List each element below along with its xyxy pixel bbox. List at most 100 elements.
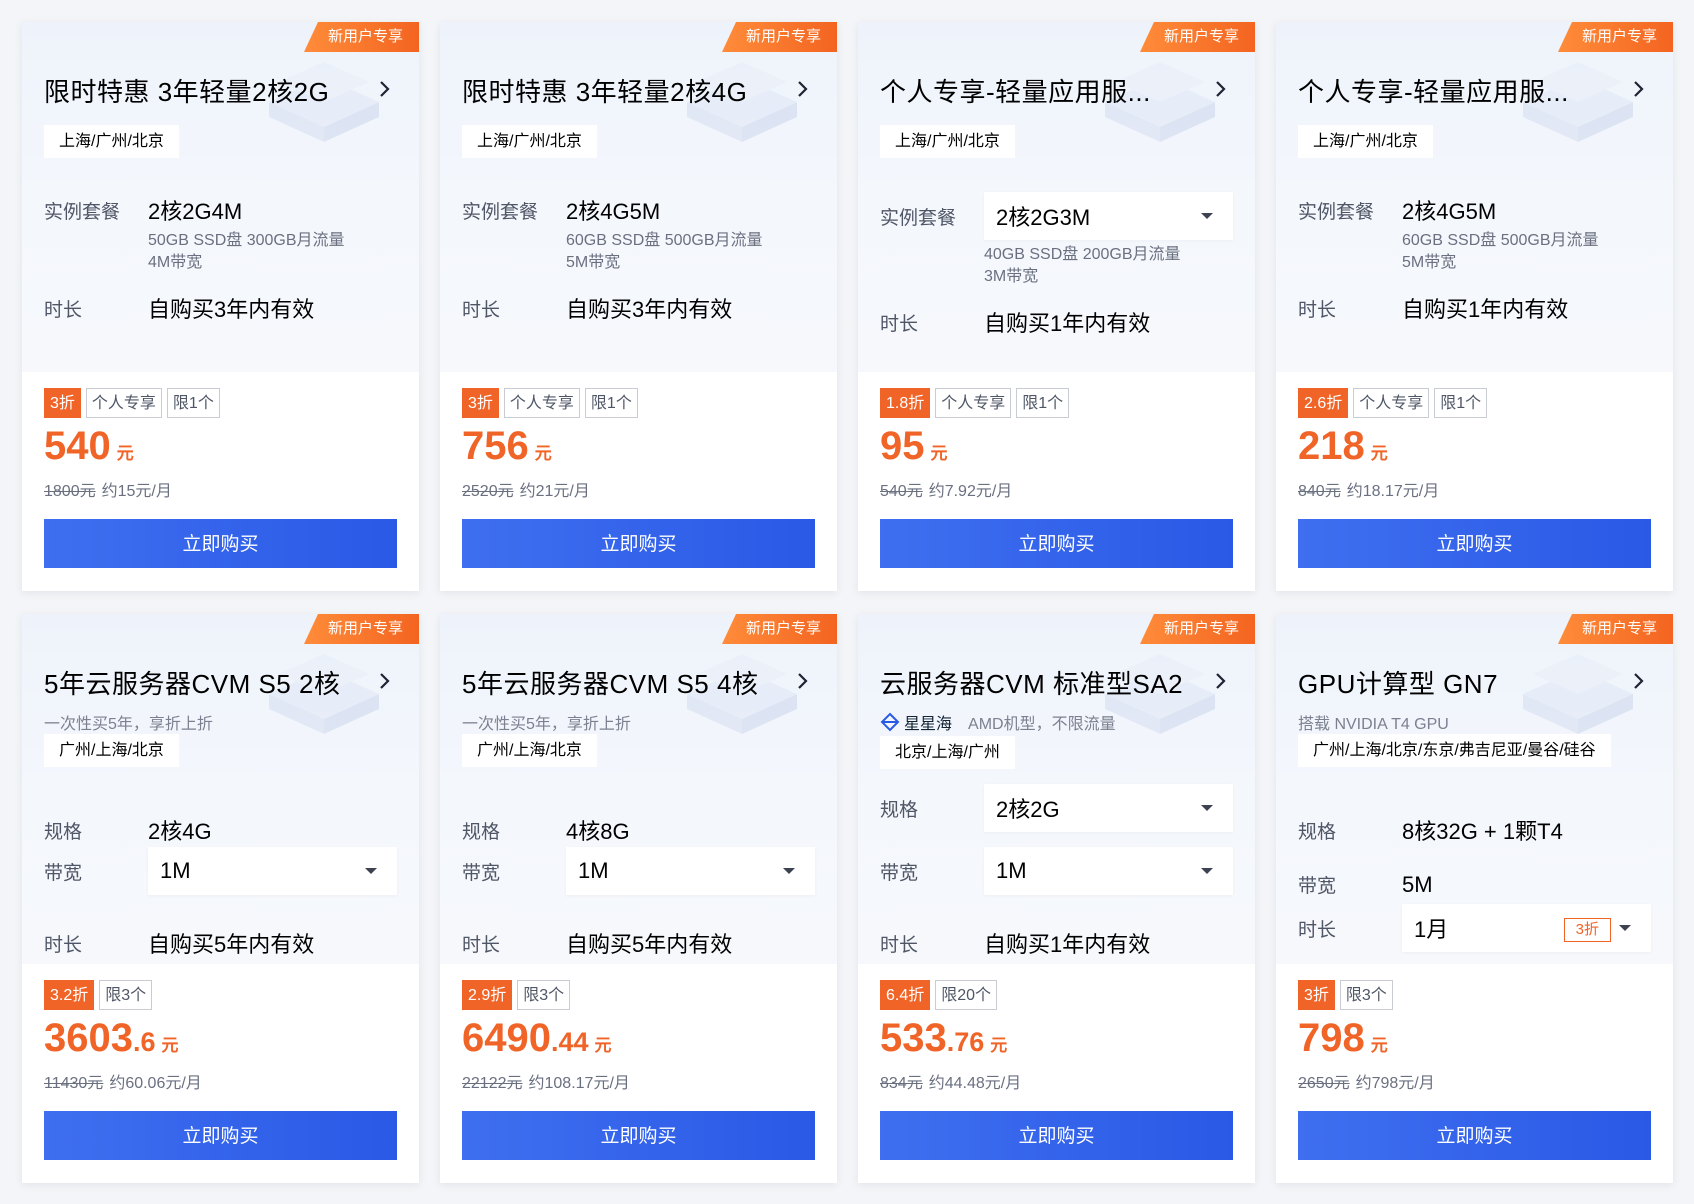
tag-item: 限1个 bbox=[1434, 388, 1488, 418]
price: 756 元 bbox=[462, 424, 552, 469]
discount-badge: 3.2折 bbox=[44, 980, 95, 1010]
region-chip: 北京/上海/广州 bbox=[880, 736, 1015, 769]
monthly-price: 约15元/月 bbox=[101, 483, 172, 500]
package-value: 2核4G5M bbox=[566, 199, 661, 224]
tag-item: 限3个 bbox=[517, 980, 571, 1010]
price-decimal: .76 bbox=[946, 1027, 985, 1057]
duration-value: 自购买3年内有效 bbox=[566, 297, 733, 322]
original-price-value: 1800元 bbox=[44, 483, 96, 500]
price-unit: 元 bbox=[534, 444, 552, 463]
buy-button[interactable]: 立即购买 bbox=[44, 519, 397, 568]
original-price: 540元 约7.92元/月 bbox=[880, 477, 1012, 501]
product-card: 新用户专享 5年云服务器CVM S5 4核 一次性买5年，享折上折 广州/上海/… bbox=[440, 614, 837, 1183]
new-user-ribbon: 新用户专享 bbox=[1557, 22, 1673, 52]
price-integer: 533 bbox=[880, 1016, 947, 1060]
buy-button[interactable]: 立即购买 bbox=[1298, 1111, 1651, 1160]
package-row: 实例套餐 2核2G3M bbox=[880, 192, 1233, 240]
package-select[interactable]: 2核2G3M bbox=[984, 192, 1233, 240]
price: 798 元 bbox=[1298, 1016, 1388, 1061]
package-row: 实例套餐 2核4G5M bbox=[462, 194, 815, 226]
duration-value: 自购买1年内有效 bbox=[1402, 297, 1569, 322]
spec-value: 2核4G bbox=[148, 819, 212, 844]
duration-label: 时长 bbox=[1298, 919, 1337, 941]
card-title[interactable]: 云服务器CVM 标准型SA2 bbox=[880, 664, 1183, 701]
region-chip: 广州/上海/北京 bbox=[44, 734, 179, 767]
original-price-value: 11430元 bbox=[44, 1075, 104, 1092]
chevron-right-icon[interactable] bbox=[1627, 670, 1649, 692]
caret-down-icon bbox=[365, 868, 377, 874]
discount-badge: 6.4折 bbox=[880, 980, 931, 1010]
card-header-area: 新用户专享 云服务器CVM 标准型SA2 星星海 AMD机型，不限流量 北京/上… bbox=[858, 614, 1255, 964]
monthly-price: 约21元/月 bbox=[519, 483, 590, 500]
spec-label: 规格 bbox=[880, 799, 919, 821]
duration-row: 时长 自购买1年内有效 bbox=[880, 306, 1233, 338]
region-chip: 广州/上海/北京 bbox=[462, 734, 597, 767]
spec-row: 规格 2核2G bbox=[880, 784, 1233, 832]
bandwidth-row: 带宽 1M bbox=[44, 847, 397, 895]
buy-button[interactable]: 立即购买 bbox=[880, 1111, 1233, 1160]
brand-label: 星星海 bbox=[880, 710, 952, 734]
chevron-right-icon[interactable] bbox=[791, 78, 813, 100]
bandwidth-select[interactable]: 1M bbox=[148, 847, 397, 895]
duration-row: 时长 自购买3年内有效 bbox=[44, 292, 397, 324]
spec-row: 规格 8核32G + 1颗T4 bbox=[1298, 814, 1651, 846]
chevron-right-icon[interactable] bbox=[373, 78, 395, 100]
chevron-right-icon[interactable] bbox=[1209, 78, 1231, 100]
new-user-ribbon: 新用户专享 bbox=[1139, 22, 1255, 52]
product-card: 新用户专享 GPU计算型 GN7 搭载 NVIDIA T4 GPU 广州/上海/… bbox=[1276, 614, 1673, 1183]
duration-label: 时长 bbox=[880, 313, 919, 335]
package-detail: 60GB SSD盘 500GB月流量 5M带宽 bbox=[566, 230, 763, 274]
card-title[interactable]: 限时特惠 3年轻量2核4G bbox=[462, 72, 747, 109]
chevron-right-icon[interactable] bbox=[373, 670, 395, 692]
new-user-ribbon: 新用户专享 bbox=[303, 614, 419, 644]
bandwidth-select[interactable]: 1M bbox=[566, 847, 815, 895]
card-title[interactable]: 5年云服务器CVM S5 4核 bbox=[462, 664, 758, 701]
card-title[interactable]: 5年云服务器CVM S5 2核 bbox=[44, 664, 340, 701]
package-detail-bandwidth: 3M带宽 bbox=[984, 268, 1039, 285]
brand-name: 星星海 bbox=[904, 716, 953, 733]
chevron-right-icon[interactable] bbox=[1209, 670, 1231, 692]
bandwidth-label: 带宽 bbox=[1298, 876, 1337, 897]
discount-badge: 2.9折 bbox=[462, 980, 513, 1010]
chevron-right-icon[interactable] bbox=[791, 670, 813, 692]
monthly-price: 约7.92元/月 bbox=[928, 483, 1013, 500]
package-detail-bandwidth: 4M带宽 bbox=[148, 254, 203, 271]
package-detail-storage: 60GB SSD盘 500GB月流量 bbox=[1402, 232, 1599, 249]
buy-button[interactable]: 立即购买 bbox=[462, 1111, 815, 1160]
buy-button[interactable]: 立即购买 bbox=[1298, 519, 1651, 568]
tag-list: 3.2折 限3个 bbox=[44, 980, 153, 1010]
discount-badge: 2.6折 bbox=[1298, 388, 1349, 418]
original-price: 1800元 约15元/月 bbox=[44, 477, 172, 501]
monthly-price: 约44.48元/月 bbox=[928, 1075, 1022, 1092]
package-label: 实例套餐 bbox=[44, 201, 121, 223]
price-unit: 元 bbox=[1370, 1036, 1388, 1055]
bandwidth-select[interactable]: 1M bbox=[984, 847, 1233, 895]
discount-badge: 3折 bbox=[44, 388, 81, 418]
price: 218 元 bbox=[1298, 424, 1388, 469]
bandwidth-label: 带宽 bbox=[880, 862, 919, 884]
tag-item: 个人专享 bbox=[935, 388, 1012, 418]
buy-button[interactable]: 立即购买 bbox=[44, 1111, 397, 1160]
card-subtitle: 一次性买5年，享折上折 bbox=[462, 716, 631, 733]
card-title[interactable]: 限时特惠 3年轻量2核2G bbox=[44, 72, 329, 109]
original-price: 840元 约18.17元/月 bbox=[1298, 477, 1439, 501]
new-user-ribbon: 新用户专享 bbox=[721, 22, 837, 52]
duration-discount-tag: 3折 bbox=[1563, 918, 1611, 942]
card-title[interactable]: 个人专享-轻量应用服... bbox=[880, 72, 1151, 109]
product-grid: 新用户专享 限时特惠 3年轻量2核2G 上海/广州/北京 实例套餐 2核2G 4M… bbox=[22, 22, 1675, 1187]
buy-button[interactable]: 立即购买 bbox=[880, 519, 1233, 568]
original-price-value: 540元 bbox=[880, 483, 923, 500]
region-chip: 上海/广州/北京 bbox=[44, 125, 179, 158]
spec-select[interactable]: 2核2G bbox=[984, 784, 1233, 832]
card-title[interactable]: GPU计算型 GN7 bbox=[1298, 664, 1498, 701]
package-detail-storage: 60GB SSD盘 500GB月流量 bbox=[566, 232, 763, 249]
card-subtitle-row: 星星海 AMD机型，不限流量 bbox=[880, 710, 1116, 734]
duration-select[interactable]: 1月 3折 bbox=[1402, 904, 1651, 952]
package-detail: 60GB SSD盘 500GB月流量 5M带宽 bbox=[1402, 230, 1599, 274]
chevron-right-icon[interactable] bbox=[1627, 78, 1649, 100]
card-header-area: 新用户专享 个人专享-轻量应用服... 上海/广州/北京 实例套餐 2核2G3M… bbox=[858, 22, 1255, 372]
tag-list: 6.4折 限20个 bbox=[880, 980, 998, 1010]
buy-button[interactable]: 立即购买 bbox=[462, 519, 815, 568]
card-title[interactable]: 个人专享-轻量应用服... bbox=[1298, 72, 1569, 109]
package-label: 实例套餐 bbox=[462, 201, 539, 223]
